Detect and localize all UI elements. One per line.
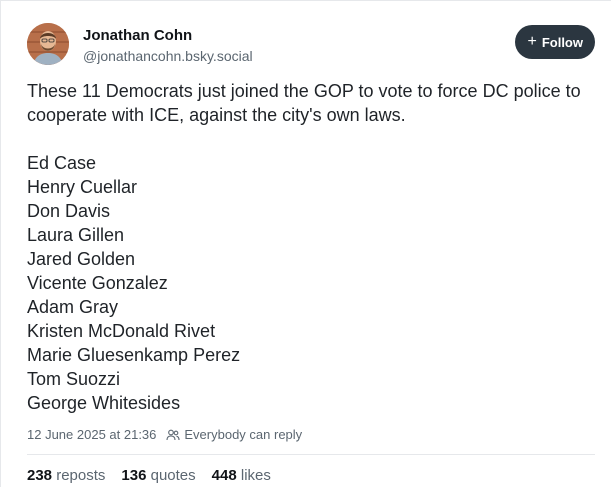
post-card: Jonathan Cohn @jonathancohn.bsky.social … bbox=[0, 0, 611, 487]
reply-setting-label: Everybody can reply bbox=[184, 427, 303, 442]
post-text: These 11 Democrats just joined the GOP t… bbox=[27, 81, 581, 125]
reposts-label: reposts bbox=[56, 467, 106, 484]
list-item: Ed Case bbox=[27, 153, 97, 173]
reposts-count: 238 bbox=[27, 467, 53, 484]
likes-label: likes bbox=[240, 467, 271, 484]
list-item: Tom Suozzi bbox=[27, 369, 121, 389]
list-item: Marie Gluesenkamp Perez bbox=[27, 345, 241, 365]
post-meta: 12 June 2025 at 21:36 Everybody can repl… bbox=[27, 427, 302, 442]
follow-label: Follow bbox=[541, 34, 583, 50]
list-item: Vicente Gonzalez bbox=[27, 273, 168, 293]
post-stats: 238 reposts 136 quotes 448 likes bbox=[27, 467, 271, 484]
quotes-label: quotes bbox=[150, 467, 196, 484]
name-list: Ed Case Henry Cuellar Don Davis Laura Gi… bbox=[27, 151, 587, 415]
likes-count: 448 bbox=[211, 467, 237, 484]
likes-stat[interactable]: 448 likes bbox=[212, 467, 271, 484]
avatar-image bbox=[27, 23, 69, 65]
list-item: Adam Gray bbox=[27, 297, 119, 317]
list-item: Don Davis bbox=[27, 201, 111, 221]
author-handle[interactable]: @jonathancohn.bsky.social bbox=[83, 47, 253, 66]
post-body: These 11 Democrats just joined the GOP t… bbox=[27, 79, 587, 415]
reply-setting: Everybody can reply bbox=[166, 427, 302, 442]
reposts-stat[interactable]: 238 reposts bbox=[27, 467, 105, 484]
list-item: Jared Golden bbox=[27, 249, 136, 269]
quotes-stat[interactable]: 136 quotes bbox=[121, 467, 195, 484]
list-item: George Whitesides bbox=[27, 393, 181, 413]
quotes-count: 136 bbox=[121, 467, 147, 484]
people-icon bbox=[166, 429, 180, 440]
post-timestamp[interactable]: 12 June 2025 at 21:36 bbox=[27, 427, 156, 442]
avatar[interactable] bbox=[27, 23, 69, 65]
list-item: Laura Gillen bbox=[27, 225, 125, 245]
plus-icon: + bbox=[527, 33, 537, 50]
list-item: Kristen McDonald Rivet bbox=[27, 321, 216, 341]
follow-button[interactable]: + Follow bbox=[515, 25, 595, 59]
author-name[interactable]: Jonathan Cohn bbox=[83, 26, 253, 45]
divider bbox=[27, 454, 595, 455]
author-info[interactable]: Jonathan Cohn @jonathancohn.bsky.social bbox=[83, 26, 253, 66]
post-header: Jonathan Cohn @jonathancohn.bsky.social … bbox=[27, 23, 595, 71]
list-item: Henry Cuellar bbox=[27, 177, 138, 197]
